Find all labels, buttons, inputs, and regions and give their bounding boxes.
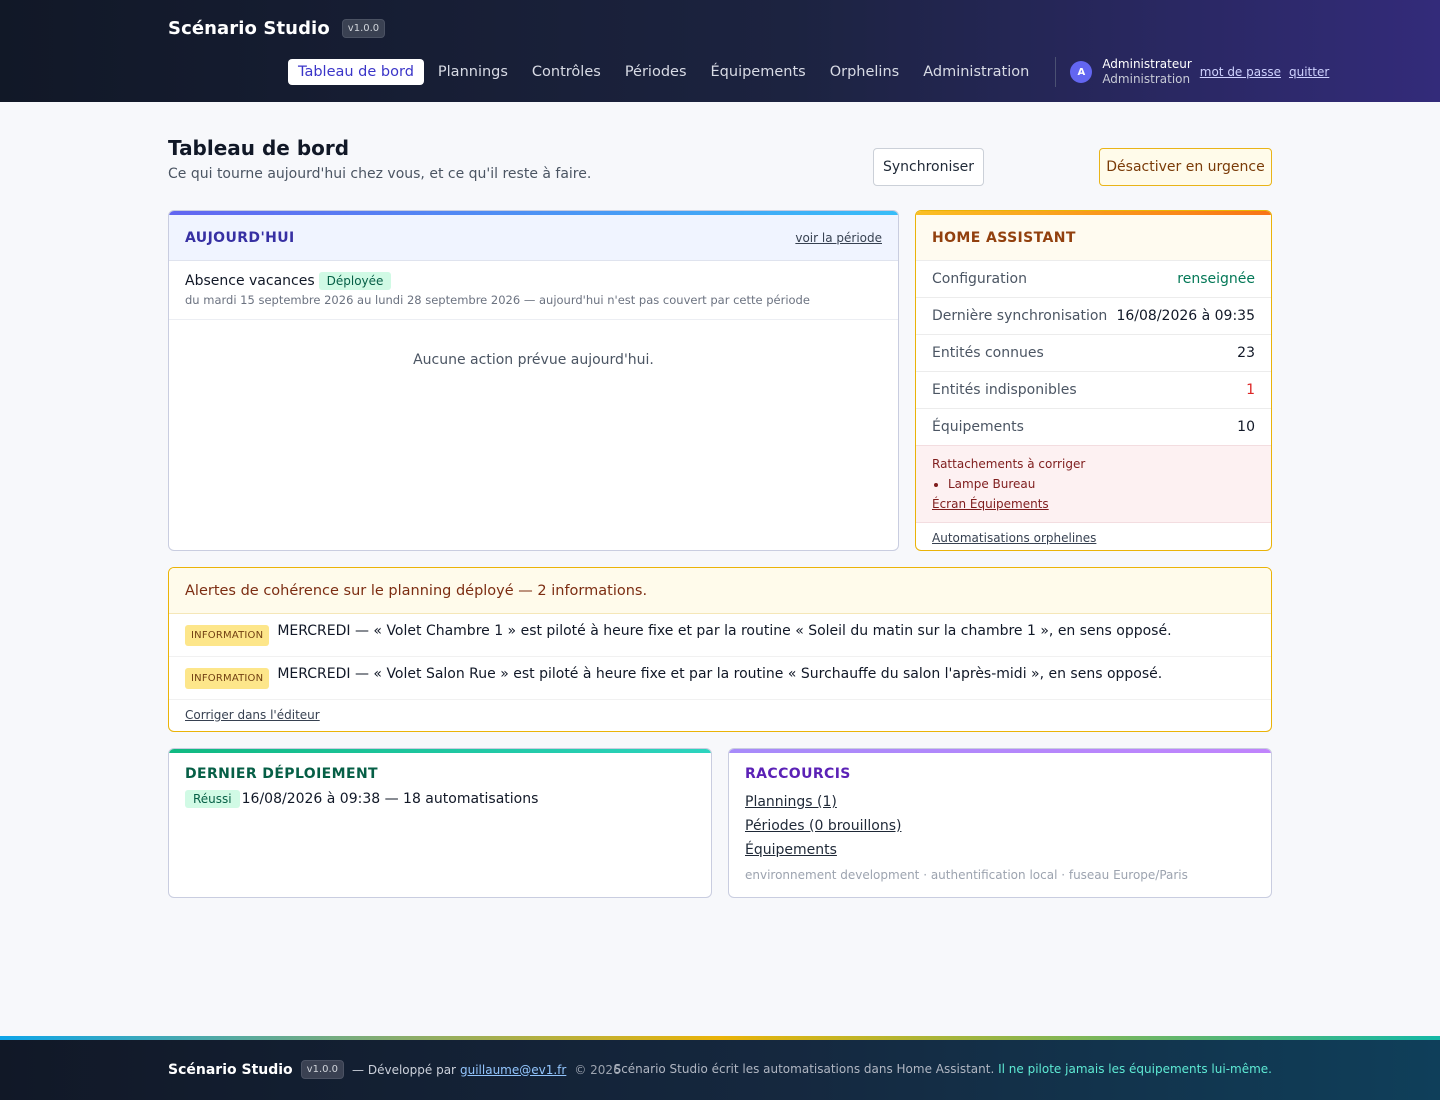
info-badge: INFORMATION <box>185 668 270 689</box>
shortcut-plannings-link[interactable]: Plannings (1) <box>745 790 837 814</box>
developer-email-link[interactable]: guillaume@ev1.fr <box>460 1063 566 1077</box>
footer-brand: Scénario Studio <box>168 1061 293 1078</box>
footer-left: Scénario Studio v1.0.0 — Développé par g… <box>168 1060 621 1079</box>
top-header: Scénario Studio v1.0.0 Tableau de bord P… <box>0 0 1440 102</box>
nav-orphelins[interactable]: Orphelins <box>820 59 910 85</box>
nav-equipements[interactable]: Équipements <box>701 59 816 85</box>
brand: Scénario Studio v1.0.0 <box>168 18 386 39</box>
page-title: Tableau de bord <box>168 136 350 160</box>
row-value: renseignée <box>1177 271 1255 287</box>
warning-item: Lampe Bureau <box>948 474 1255 494</box>
status-badge: Réussi <box>185 790 240 808</box>
footer-note-text: Scénario Studio écrit les automatisation… <box>613 1062 995 1076</box>
orphan-automations-link[interactable]: Automatisations orphelines <box>932 531 1096 545</box>
ha-row-last-sync: Dernière synchronisation 16/08/2026 à 09… <box>916 298 1271 335</box>
deploy-title: DERNIER DÉPLOIEMENT <box>185 766 379 782</box>
alerts-title: Alertes de cohérence sur le planning dép… <box>169 568 1271 614</box>
row-label: Équipements <box>932 419 1024 435</box>
shortcut-periodes-link[interactable]: Périodes (0 brouillons) <box>745 814 901 838</box>
ha-title: HOME ASSISTANT <box>932 229 1076 246</box>
version-badge: v1.0.0 <box>341 19 386 38</box>
period-name-row: Absence vacances Déployée <box>185 272 882 290</box>
ha-footer: Automatisations orphelines <box>916 523 1271 550</box>
alert-row: INFORMATION MERCREDI — « Volet Salon Rue… <box>169 657 1271 700</box>
row-value: 16/08/2026 à 09:35 <box>1116 308 1255 324</box>
nav-controles[interactable]: Contrôles <box>522 59 611 85</box>
alert-text: MERCREDI — « Volet Salon Rue » est pilot… <box>277 666 1163 682</box>
shortcut-equipements-link[interactable]: Équipements <box>745 838 837 862</box>
shortcuts-title: RACCOURCIS <box>745 766 851 782</box>
nav-divider <box>1055 57 1057 87</box>
card-accent-line <box>729 749 1271 753</box>
emergency-disable-button[interactable]: Désactiver en urgence <box>1099 148 1272 186</box>
alert-text: MERCREDI — « Volet Chambre 1 » est pilot… <box>277 623 1172 639</box>
warning-title: Rattachements à corriger <box>932 457 1086 471</box>
page-subtitle: Ce qui tourne aujourd'hui chez vous, et … <box>168 166 592 182</box>
fix-in-editor-link[interactable]: Corriger dans l'éditeur <box>185 708 320 722</box>
attachments-warning: Rattachements à corriger Lampe Bureau Éc… <box>916 446 1271 523</box>
nav-periodes[interactable]: Périodes <box>615 59 697 85</box>
ha-row-configuration: Configuration renseignée <box>916 261 1271 298</box>
row-value: 10 <box>1237 419 1255 435</box>
footer-note-emphasis: Il ne pilote jamais les équipements lui-… <box>998 1062 1272 1076</box>
user-name: Administrateur <box>1102 57 1192 71</box>
shortcuts-card: RACCOURCIS Plannings (1) Périodes (0 bro… <box>728 748 1272 898</box>
empty-state: Aucune action prévue aujourd'hui. <box>413 352 654 368</box>
shortcut-links: Plannings (1) Périodes (0 brouillons) Éq… <box>745 790 1271 862</box>
sync-button[interactable]: Synchroniser <box>873 148 984 186</box>
footer-version-badge: v1.0.0 <box>300 1060 345 1079</box>
nav-dashboard[interactable]: Tableau de bord <box>288 59 424 85</box>
alert-row: INFORMATION MERCREDI — « Volet Chambre 1… <box>169 614 1271 657</box>
nav-plannings[interactable]: Plannings <box>428 59 518 85</box>
nav-administration[interactable]: Administration <box>913 59 1039 85</box>
user-info: Administrateur Administration <box>1102 57 1191 87</box>
today-card-header: AUJOURD'HUI voir la période <box>169 215 898 261</box>
environment-info: environnement development · authentifica… <box>745 868 1188 882</box>
today-title: AUJOURD'HUI <box>185 229 295 246</box>
active-period: Absence vacances Déployée du mardi 15 se… <box>169 261 898 320</box>
footer-dev-prefix: — Développé par <box>352 1062 456 1077</box>
alerts-footer: Corriger dans l'éditeur <box>169 700 1271 730</box>
avatar: A <box>1070 61 1093 83</box>
app-title[interactable]: Scénario Studio <box>168 18 330 39</box>
ha-row-unavailable-entities: Entités indisponibles 1 <box>916 372 1271 409</box>
ha-row-known-entities: Entités connues 23 <box>916 335 1271 372</box>
deploy-summary: Réussi 16/08/2026 à 09:38 — 18 automatis… <box>185 790 711 808</box>
row-value: 23 <box>1237 345 1255 361</box>
view-period-link[interactable]: voir la période <box>795 231 882 245</box>
last-deployment-card: DERNIER DÉPLOIEMENT Réussi 16/08/2026 à … <box>168 748 712 898</box>
warning-list: Lampe Bureau <box>948 474 1255 494</box>
period-dates: du mardi 15 septembre 2026 au lundi 28 s… <box>185 293 810 307</box>
today-card: AUJOURD'HUI voir la période Absence vaca… <box>168 210 899 551</box>
deploy-text: 16/08/2026 à 09:38 — 18 automatisations <box>241 791 539 807</box>
row-label: Dernière synchronisation <box>932 308 1108 324</box>
footer: Scénario Studio v1.0.0 — Développé par g… <box>0 1040 1440 1100</box>
consistency-alerts-card: Alertes de cohérence sur le planning dép… <box>168 567 1272 732</box>
home-assistant-card: HOME ASSISTANT Configuration renseignée … <box>915 210 1272 551</box>
info-badge: INFORMATION <box>185 625 270 646</box>
password-link[interactable]: mot de passe <box>1200 65 1281 79</box>
footer-note: Scénario Studio écrit les automatisation… <box>614 1062 1272 1076</box>
ha-row-equipments: Équipements 10 <box>916 409 1271 446</box>
status-badge: Déployée <box>318 272 392 290</box>
row-value: 1 <box>1246 382 1255 398</box>
period-name: Absence vacances <box>185 273 315 289</box>
main-nav: Tableau de bord Plannings Contrôles Péri… <box>288 57 1329 87</box>
user-role: Administration <box>1102 72 1191 86</box>
row-label: Entités connues <box>932 345 1044 361</box>
ha-card-header: HOME ASSISTANT <box>916 215 1271 261</box>
card-accent-line <box>169 749 711 753</box>
logout-link[interactable]: quitter <box>1289 65 1329 79</box>
row-label: Configuration <box>932 271 1027 287</box>
row-label: Entités indisponibles <box>932 382 1077 398</box>
equipments-screen-link[interactable]: Écran Équipements <box>932 497 1049 511</box>
